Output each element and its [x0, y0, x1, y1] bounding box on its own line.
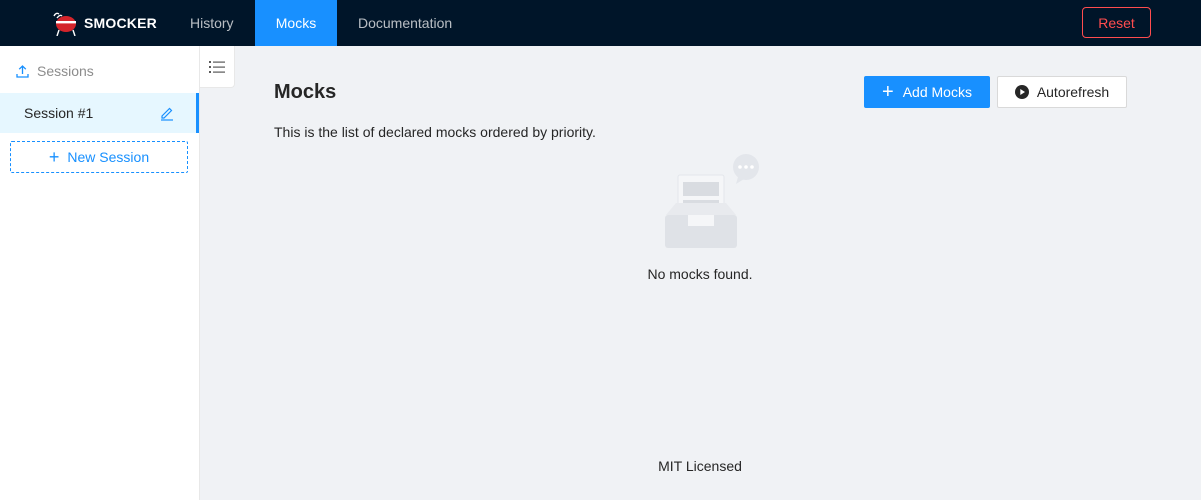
edit-icon[interactable] [159, 105, 175, 121]
add-mocks-button[interactable]: + Add Mocks [864, 76, 990, 108]
page-title: Mocks [274, 81, 337, 103]
sidebar-toggle-button[interactable] [200, 46, 235, 88]
brand-name: SMOCKER [84, 15, 157, 31]
session-item[interactable]: Session #1 [0, 93, 199, 133]
autorefresh-button[interactable]: Autorefresh [997, 76, 1127, 108]
plus-icon: + [48, 147, 60, 167]
footer-license: MIT Licensed [658, 458, 742, 474]
empty-state-text: No mocks found. [647, 266, 753, 282]
nav-mocks[interactable]: Mocks [255, 0, 337, 46]
bbq-grill-icon [53, 12, 76, 36]
autorefresh-label: Autorefresh [1036, 84, 1110, 100]
brand[interactable]: SMOCKER [50, 10, 157, 36]
add-mocks-label: Add Mocks [902, 84, 972, 100]
top-navbar: SMOCKER History Mocks Documentation Rese… [0, 0, 1201, 46]
sessions-header[interactable]: Sessions [16, 63, 94, 79]
sessions-sidebar: Sessions Session #1 + New Session [0, 46, 200, 500]
empty-inbox-icon [665, 154, 759, 248]
page-description: This is the list of declared mocks order… [274, 124, 596, 140]
list-icon [209, 60, 225, 73]
new-session-button[interactable]: + New Session [10, 141, 188, 173]
reset-button[interactable]: Reset [1082, 7, 1151, 38]
new-session-label: New Session [67, 149, 150, 165]
plus-icon: + [882, 81, 894, 103]
sessions-label: Sessions [37, 63, 94, 79]
nav-history[interactable]: History [170, 0, 254, 46]
session-label: Session #1 [24, 105, 94, 121]
nav-documentation[interactable]: Documentation [338, 0, 472, 46]
play-circle-icon [1014, 85, 1029, 99]
upload-icon [16, 64, 29, 78]
